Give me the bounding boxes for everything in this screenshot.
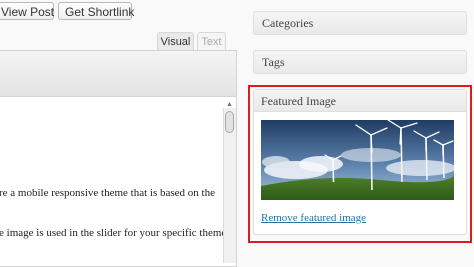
tab-text[interactable]: Text (197, 32, 226, 50)
get-shortlink-button[interactable]: Get Shortlink (58, 2, 134, 20)
tags-title: Tags (262, 55, 285, 69)
content-line: re a mobile responsive theme that is bas… (0, 187, 215, 199)
featured-image-header[interactable]: Featured Image (254, 90, 466, 112)
remove-featured-image-link[interactable]: Remove featured image (261, 212, 366, 224)
scroll-up-icon[interactable]: ▲ (225, 100, 234, 108)
categories-box[interactable]: Categories (253, 11, 467, 35)
view-post-button[interactable]: View Post (0, 2, 54, 20)
scrollbar-thumb[interactable] (225, 111, 234, 133)
content-line: e image is used in the slider for your s… (0, 227, 230, 239)
categories-title: Categories (262, 16, 314, 30)
wind-turbines-photo-icon[interactable] (261, 120, 454, 200)
tab-visual[interactable]: Visual (157, 32, 194, 50)
featured-image-title: Featured Image (261, 94, 336, 108)
editor-content[interactable]: re a mobile responsive theme that is bas… (0, 97, 237, 267)
editor-toolbar (0, 50, 237, 97)
tags-box[interactable]: Tags (253, 50, 467, 74)
